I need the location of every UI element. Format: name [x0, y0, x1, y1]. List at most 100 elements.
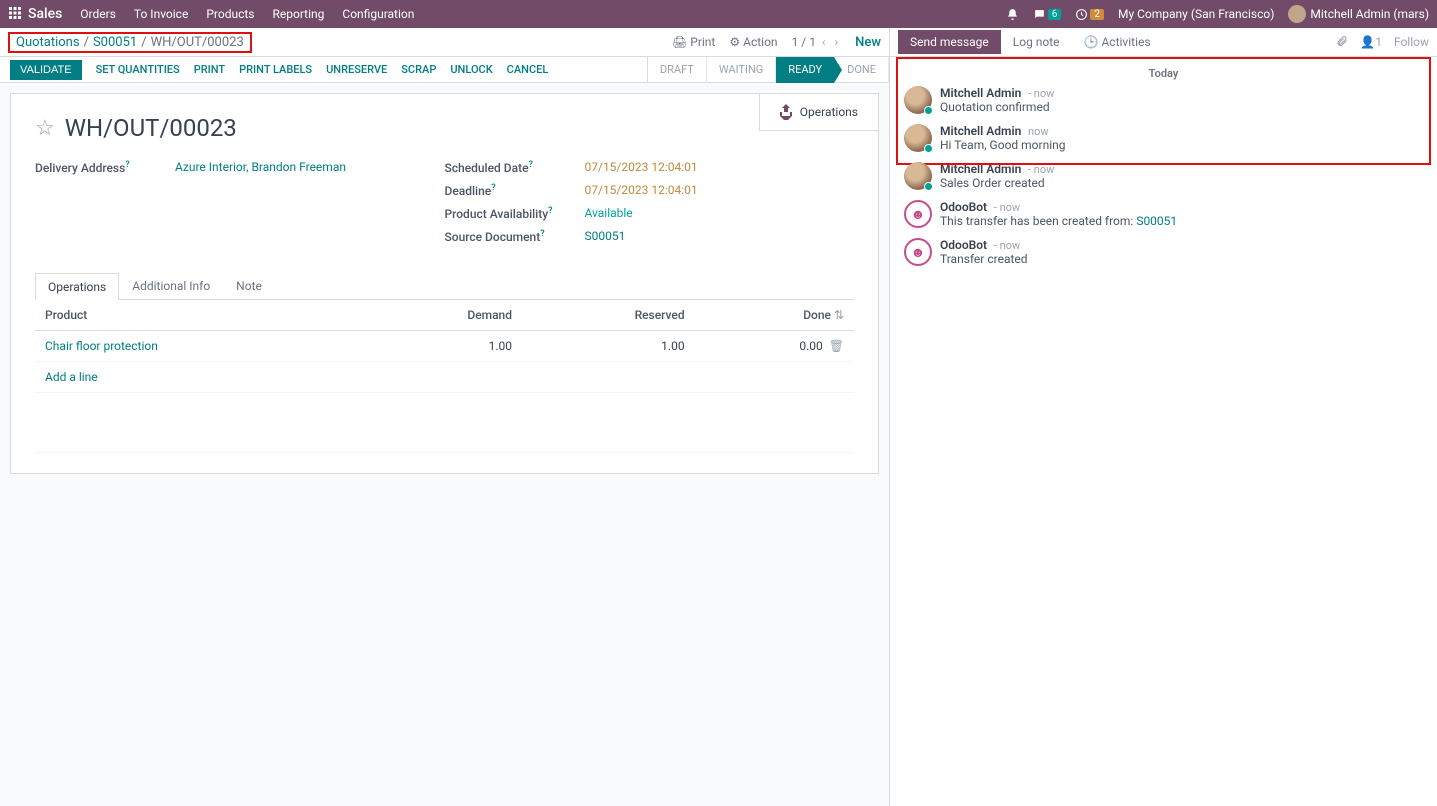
- breadcrumb-order[interactable]: S00051: [93, 35, 137, 50]
- company-selector[interactable]: My Company (San Francisco): [1118, 7, 1274, 21]
- form-sheet: Operations ☆ WH/OUT/00023 Delivery Addre…: [10, 93, 879, 474]
- print-action-button[interactable]: PRINT: [194, 63, 225, 76]
- row-product[interactable]: Chair floor protection: [35, 331, 363, 362]
- followers-button[interactable]: 👤1: [1360, 35, 1382, 49]
- cancel-button[interactable]: CANCEL: [507, 63, 549, 76]
- set-quantities-button[interactable]: SET QUANTITIES: [96, 63, 180, 76]
- scrap-button[interactable]: SCRAP: [401, 63, 436, 76]
- message: ☻ OdooBot - now This transfer has been c…: [904, 200, 1423, 228]
- add-line-row[interactable]: Add a line: [35, 362, 854, 393]
- delete-row-icon[interactable]: 🗑: [829, 339, 844, 353]
- nav-to-invoice[interactable]: To Invoice: [134, 7, 188, 21]
- nav-configuration[interactable]: Configuration: [342, 7, 414, 21]
- message-link[interactable]: S00051: [1136, 214, 1177, 228]
- delivery-address-value[interactable]: Azure Interior, Brandon Freeman: [175, 160, 346, 175]
- pager-next[interactable]: ›: [835, 35, 839, 49]
- favorite-star-icon[interactable]: ☆: [35, 116, 55, 141]
- source-document-value[interactable]: S00051: [585, 229, 626, 244]
- table-row[interactable]: Chair floor protection 1.00 1.00 0.00🗑: [35, 331, 854, 362]
- unlock-button[interactable]: UNLOCK: [450, 63, 492, 76]
- message-author[interactable]: OdooBot: [940, 238, 987, 252]
- validate-button[interactable]: VALIDATE: [10, 60, 82, 80]
- print-button[interactable]: 🖨Print: [672, 35, 715, 49]
- breadcrumb-current: WH/OUT/00023: [151, 35, 244, 50]
- activities-button[interactable]: 🕒 Activities: [1072, 30, 1163, 54]
- nav-orders[interactable]: Orders: [80, 7, 116, 21]
- deadline-value: 07/15/2023 12:04:01: [585, 183, 698, 198]
- avatar-icon: [904, 162, 932, 190]
- row-done[interactable]: 0.00🗑: [695, 331, 854, 362]
- product-availability-value: Available: [585, 206, 633, 221]
- message-time: - now: [1025, 87, 1054, 100]
- col-demand[interactable]: Demand: [363, 300, 522, 331]
- smart-button-operations[interactable]: Operations: [759, 94, 878, 131]
- col-reserved[interactable]: Reserved: [522, 300, 695, 331]
- control-bar: Quotations / S00051 / WH/OUT/00023 🖨Prin…: [0, 28, 889, 57]
- delivery-address-label: Delivery Address?: [35, 160, 175, 175]
- action-button[interactable]: ⚙Action: [729, 35, 777, 49]
- message-author[interactable]: Mitchell Admin: [940, 162, 1021, 176]
- today-label: Today: [904, 67, 1423, 80]
- col-product[interactable]: Product: [35, 300, 363, 331]
- chatter-header: Send message Log note 🕒 Activities 👤1 Fo…: [890, 28, 1437, 57]
- scheduled-date-label: Scheduled Date?: [445, 160, 585, 175]
- print-labels-button[interactable]: PRINT LABELS: [239, 63, 312, 76]
- chat-badge: 6: [1048, 9, 1062, 20]
- options-icon[interactable]: ⇅: [834, 308, 844, 322]
- status-done[interactable]: DONE: [835, 57, 889, 83]
- pager: 1 / 1 ‹ ›: [792, 35, 842, 49]
- avatar-icon: [904, 124, 932, 152]
- status-ready[interactable]: READY: [776, 57, 835, 83]
- row-reserved[interactable]: 1.00: [522, 331, 695, 362]
- product-availability-label: Product Availability?: [445, 206, 585, 221]
- help-icon[interactable]: ?: [491, 183, 495, 193]
- message-text: Hi Team, Good morning: [940, 138, 1066, 152]
- nav-products[interactable]: Products: [206, 7, 254, 21]
- message-text: Transfer created: [940, 252, 1028, 266]
- pager-prev[interactable]: ‹: [822, 35, 826, 49]
- message-text: Sales Order created: [940, 176, 1054, 190]
- help-icon[interactable]: ?: [529, 160, 533, 170]
- avatar-icon: [1288, 5, 1306, 23]
- message-text: This transfer has been created from: S00…: [940, 214, 1177, 228]
- operations-grid: Product Demand Reserved Done ⇅ Chair flo…: [35, 300, 854, 453]
- activities-icon[interactable]: 2: [1075, 8, 1104, 21]
- status-waiting[interactable]: WAITING: [707, 57, 776, 83]
- attachment-icon[interactable]: [1336, 35, 1348, 50]
- message-author[interactable]: Mitchell Admin: [940, 124, 1021, 138]
- chatter-panel: Send message Log note 🕒 Activities 👤1 Fo…: [889, 28, 1437, 806]
- new-button[interactable]: New: [855, 35, 881, 50]
- bot-avatar-icon: ☻: [904, 238, 932, 266]
- row-demand[interactable]: 1.00: [363, 331, 522, 362]
- apps-icon[interactable]: [8, 6, 22, 23]
- tabs: Operations Additional Info Note: [35, 272, 854, 300]
- help-icon[interactable]: ?: [540, 229, 544, 239]
- log-note-button[interactable]: Log note: [1001, 30, 1072, 54]
- follow-button[interactable]: Follow: [1394, 35, 1429, 49]
- unreserve-button[interactable]: UNRESERVE: [326, 63, 387, 76]
- messaging-icon[interactable]: 6: [1033, 8, 1062, 21]
- user-name: Mitchell Admin (mars): [1310, 7, 1429, 21]
- col-done[interactable]: Done ⇅: [695, 300, 854, 331]
- tab-additional-info[interactable]: Additional Info: [119, 272, 223, 299]
- message: Mitchell Admin - now Quotation confirmed: [904, 86, 1423, 114]
- help-icon[interactable]: ?: [548, 206, 552, 216]
- scheduled-date-value[interactable]: 07/15/2023 12:04:01: [585, 160, 698, 175]
- message: Mitchell Admin now Hi Team, Good morning: [904, 124, 1423, 152]
- add-line[interactable]: Add a line: [35, 362, 854, 393]
- send-message-button[interactable]: Send message: [898, 30, 1001, 54]
- help-icon[interactable]: ?: [125, 160, 129, 170]
- message-author[interactable]: Mitchell Admin: [940, 86, 1021, 100]
- notifications-icon[interactable]: [1006, 8, 1019, 21]
- nav-reporting[interactable]: Reporting: [272, 7, 324, 21]
- user-menu[interactable]: Mitchell Admin (mars): [1288, 5, 1429, 23]
- deadline-label: Deadline?: [445, 183, 585, 198]
- tab-operations[interactable]: Operations: [35, 273, 119, 300]
- message-time: - now: [1025, 163, 1054, 176]
- message-time: - now: [991, 201, 1020, 214]
- app-brand[interactable]: Sales: [28, 6, 62, 22]
- breadcrumb-quotations[interactable]: Quotations: [16, 35, 80, 50]
- tab-note[interactable]: Note: [223, 272, 275, 299]
- message-author[interactable]: OdooBot: [940, 200, 987, 214]
- status-draft[interactable]: DRAFT: [648, 57, 707, 83]
